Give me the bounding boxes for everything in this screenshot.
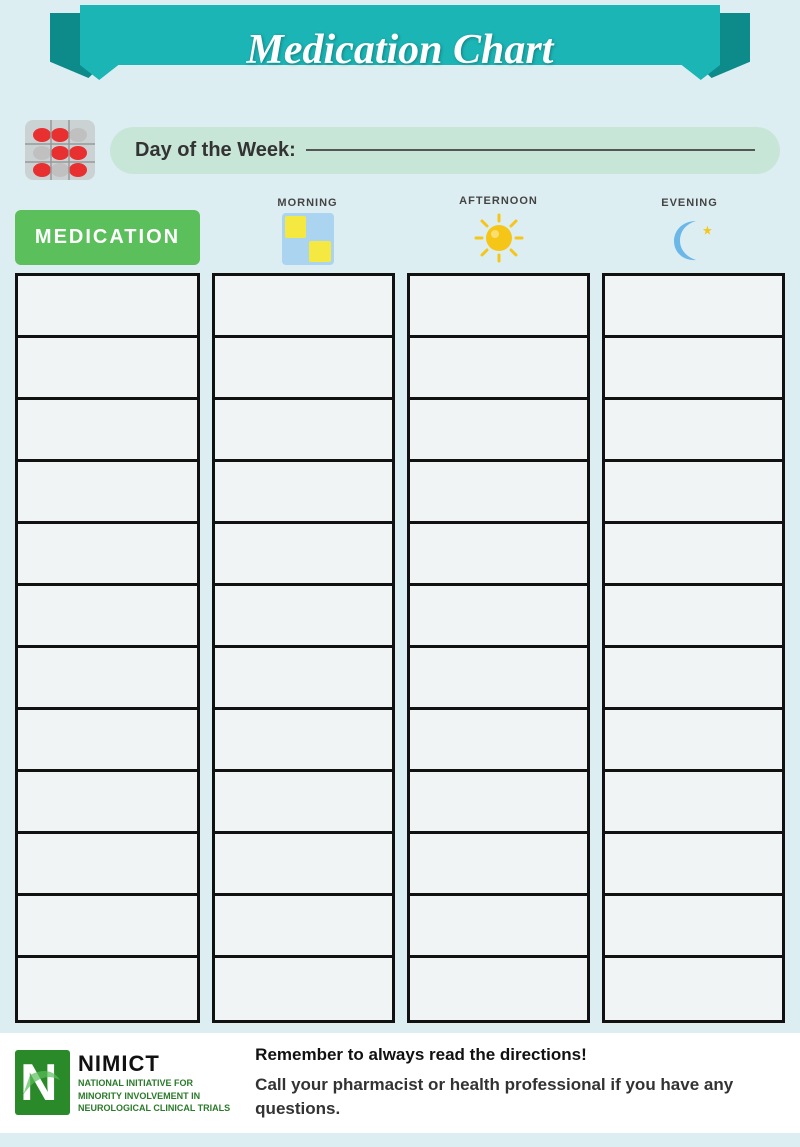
grid-cell[interactable]	[410, 400, 587, 462]
morning-label: MORNING	[277, 197, 337, 209]
morning-icon-cell	[309, 216, 331, 238]
grid-cell[interactable]	[215, 400, 392, 462]
afternoon-column	[407, 273, 590, 1023]
day-of-week-label: Day of the Week:	[135, 139, 296, 162]
grid-cell[interactable]	[410, 524, 587, 586]
grid-cell[interactable]	[18, 338, 197, 400]
grid-cell[interactable]	[18, 586, 197, 648]
moon-icon	[664, 213, 716, 265]
medication-header: MEDICATION	[15, 210, 200, 265]
afternoon-label: AFTERNOON	[459, 195, 538, 207]
grid-cell[interactable]	[605, 648, 782, 710]
morning-header: MORNING	[218, 197, 397, 265]
org-full-name: NATIONAL INITIATIVE FOR MINORITY INVOLVE…	[78, 1077, 230, 1115]
footer-org-text: NIMICT NATIONAL INITIATIVE FOR MINORITY …	[78, 1051, 230, 1115]
grid-cell[interactable]	[215, 710, 392, 772]
grid-cell[interactable]	[215, 338, 392, 400]
grid-cell[interactable]	[605, 524, 782, 586]
grid-cell[interactable]	[18, 524, 197, 586]
medication-grid	[15, 273, 785, 1023]
grid-cell[interactable]	[18, 276, 197, 338]
reminder-text: Remember to always read the directions!	[255, 1045, 785, 1065]
grid-cell[interactable]	[410, 772, 587, 834]
grid-cell[interactable]	[605, 338, 782, 400]
grid-cell[interactable]	[18, 772, 197, 834]
morning-icon-cell	[285, 241, 307, 263]
grid-cell[interactable]	[18, 834, 197, 896]
pill-icon	[20, 115, 100, 185]
medication-column	[15, 273, 200, 1023]
grid-cell[interactable]	[215, 586, 392, 648]
grid-cell[interactable]	[215, 276, 392, 338]
footer-message: Remember to always read the directions! …	[245, 1045, 785, 1121]
evening-column	[602, 273, 785, 1023]
day-section: Day of the Week:	[20, 115, 780, 185]
evening-label: EVENING	[661, 197, 718, 209]
grid-cell[interactable]	[605, 834, 782, 896]
grid-cell[interactable]	[18, 710, 197, 772]
grid-cell[interactable]	[605, 586, 782, 648]
morning-icon	[282, 213, 334, 265]
grid-cell[interactable]	[605, 710, 782, 772]
grid-cell[interactable]	[605, 276, 782, 338]
evening-header: EVENING	[600, 197, 779, 265]
grid-cell[interactable]	[18, 648, 197, 710]
grid-cell[interactable]	[18, 400, 197, 462]
grid-cell[interactable]	[410, 338, 587, 400]
grid-cell[interactable]	[410, 648, 587, 710]
grid-cell[interactable]	[215, 834, 392, 896]
sun-icon	[472, 211, 526, 265]
grid-cell[interactable]	[18, 958, 197, 1020]
grid-cell[interactable]	[215, 648, 392, 710]
page-title: Medication Chart	[247, 26, 554, 74]
column-headers: MEDICATION MORNING AFTERNOON	[15, 195, 785, 265]
grid-cell[interactable]	[215, 896, 392, 958]
afternoon-header: AFTERNOON	[409, 195, 588, 265]
morning-icon-cell	[285, 216, 307, 238]
grid-cell[interactable]	[410, 896, 587, 958]
morning-column	[212, 273, 395, 1023]
footer: N NIMICT NATIONAL INITIATIVE FOR MINORIT…	[0, 1033, 800, 1133]
grid-cell[interactable]	[605, 462, 782, 524]
grid-cell[interactable]	[410, 834, 587, 896]
banner-wrapper: Medication Chart	[0, 0, 800, 100]
svg-text:N: N	[20, 1054, 58, 1112]
grid-cell[interactable]	[18, 896, 197, 958]
grid-cell[interactable]	[605, 400, 782, 462]
grid-cell[interactable]	[410, 958, 587, 1020]
grid-cell[interactable]	[605, 958, 782, 1020]
org-acronym: NIMICT	[78, 1051, 230, 1077]
grid-cell[interactable]	[410, 710, 587, 772]
grid-cell[interactable]	[410, 586, 587, 648]
footer-logo: N NIMICT NATIONAL INITIATIVE FOR MINORIT…	[15, 1045, 230, 1121]
contact-text: Call your pharmacist or health professio…	[255, 1073, 785, 1121]
morning-icon-cell	[309, 241, 331, 263]
day-label-container: Day of the Week:	[110, 127, 780, 174]
grid-cell[interactable]	[605, 772, 782, 834]
grid-cell[interactable]	[215, 462, 392, 524]
day-line	[306, 149, 755, 151]
grid-cell[interactable]	[18, 462, 197, 524]
grid-cell[interactable]	[215, 524, 392, 586]
grid-cell[interactable]	[410, 462, 587, 524]
grid-cell[interactable]	[410, 276, 587, 338]
grid-cell[interactable]	[605, 896, 782, 958]
nimict-logo: N	[15, 1050, 70, 1115]
grid-cell[interactable]	[215, 958, 392, 1020]
grid-cell[interactable]	[215, 772, 392, 834]
